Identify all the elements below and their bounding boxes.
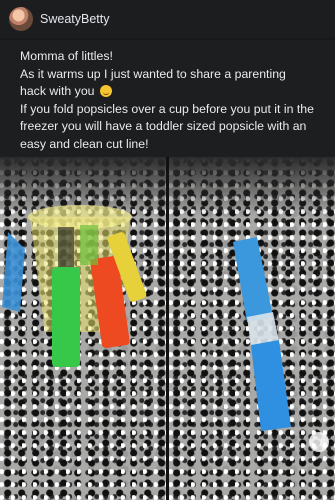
author-name[interactable]: SweatyBetty bbox=[40, 12, 109, 26]
wink-emoji-icon bbox=[99, 85, 112, 98]
avatar[interactable] bbox=[9, 7, 33, 31]
popsicles-cup-illustration bbox=[2, 205, 147, 367]
photo-gallery bbox=[0, 157, 335, 500]
post-header: SweatyBetty bbox=[0, 0, 335, 38]
post-line-3: If you fold popsicles over a cup before … bbox=[20, 101, 314, 151]
post-line-2-text: As it warms up I just wanted to share a … bbox=[20, 66, 286, 99]
photo-popsicles-cup[interactable] bbox=[0, 157, 166, 500]
post-body: Momma of littles! As it warms up I just … bbox=[0, 40, 335, 158]
blue-popsicle-illustration bbox=[233, 237, 329, 452]
post-line-2: As it warms up I just wanted to share a … bbox=[20, 66, 315, 101]
photo-blue-popsicle[interactable] bbox=[169, 157, 335, 500]
post-line-1: Momma of littles! bbox=[20, 49, 113, 63]
